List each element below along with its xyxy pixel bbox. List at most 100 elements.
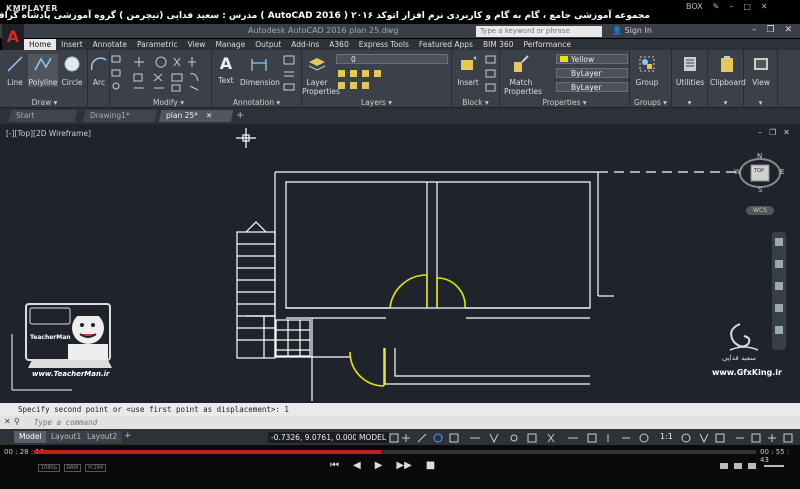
maximize-icon[interactable]: □ xyxy=(743,2,751,11)
current-layer-value: 0 xyxy=(351,55,356,64)
tab-insert[interactable]: Insert xyxy=(56,39,88,50)
compass-east: E xyxy=(780,168,785,176)
group-button[interactable]: Group xyxy=(634,54,660,87)
seek-bar[interactable] xyxy=(34,450,756,454)
block-extra-icons[interactable] xyxy=(484,54,498,94)
play-icon[interactable]: ▶ xyxy=(375,460,383,471)
viewcube-face[interactable]: TOP xyxy=(754,168,764,174)
close-command-icon[interactable]: ✕ xyxy=(4,417,11,426)
tab-performance[interactable]: Performance xyxy=(518,39,576,50)
draw-panel: Line Polyline Circle Draw ▾ xyxy=(2,50,88,108)
player-right-icons[interactable] xyxy=(718,460,794,472)
layer-tool-icons[interactable] xyxy=(336,68,448,92)
minimize-icon[interactable]: – xyxy=(752,25,757,35)
pin-icon[interactable]: ✎ xyxy=(713,2,720,11)
ribbon-tabs: Home Insert Annotate Parametric View Man… xyxy=(24,39,800,50)
layout-tab-model[interactable]: Model xyxy=(14,431,47,443)
tab-output[interactable]: Output xyxy=(250,39,286,50)
insert-button[interactable]: Insert xyxy=(456,54,480,87)
utilities-dropdown-icon[interactable]: ▾ xyxy=(672,98,707,107)
file-tab-drawing1[interactable]: Drawing1* xyxy=(82,110,158,122)
tab-featured-apps[interactable]: Featured Apps xyxy=(414,39,478,50)
lineweight-value: ByLayer xyxy=(571,83,602,92)
tab-a360[interactable]: A360 xyxy=(324,39,353,50)
clipboard-icon xyxy=(721,56,733,72)
tab-add-ins[interactable]: Add-ins xyxy=(286,39,324,50)
signin-link[interactable]: 👤 Sign In xyxy=(612,26,652,35)
circle-button[interactable]: Circle xyxy=(60,54,84,87)
linetype-dropdown[interactable]: ByLayer xyxy=(556,68,628,78)
lineweight-dropdown[interactable]: ByLayer xyxy=(556,82,628,92)
forward-icon[interactable]: ▶▶ xyxy=(396,460,411,471)
view-dropdown-icon[interactable]: ▾ xyxy=(744,98,777,107)
modify-tool-icons[interactable] xyxy=(130,54,210,94)
application-menu-button[interactable]: A xyxy=(2,24,24,50)
tab-home[interactable]: Home xyxy=(24,39,57,50)
add-layout-icon[interactable]: + xyxy=(124,431,132,441)
dimension-label: Dimension xyxy=(240,78,280,87)
match-properties-label: Match Properties xyxy=(504,78,542,96)
coordinate-readout[interactable]: -0.7326, 9.0761, 0.0000 xyxy=(268,432,365,443)
model-space-button[interactable]: MODEL xyxy=(356,432,390,443)
clipboard-button[interactable]: Clipboard xyxy=(710,54,746,87)
match-properties-button[interactable]: Match Properties xyxy=(504,54,542,96)
seek-bar-progress xyxy=(34,450,381,454)
close-icon[interactable]: ✕ xyxy=(785,25,793,35)
view-panel: View ▾ xyxy=(744,50,778,108)
properties-panel-label: Properties ▾ xyxy=(542,98,587,107)
prev-icon[interactable]: ⏮ xyxy=(330,460,339,471)
minimize-icon[interactable]: – xyxy=(729,2,733,11)
teacherman-logo: TeacherMan www.TeacherMan.ir xyxy=(22,298,114,380)
clipboard-panel: Clipboard ▾ xyxy=(708,50,746,108)
close-icon[interactable]: ✕ xyxy=(761,2,768,11)
circle-label: Circle xyxy=(61,78,83,87)
rewind-icon[interactable]: ◀ xyxy=(353,460,361,471)
stop-icon[interactable]: ■ xyxy=(426,460,435,471)
wcs-dropdown[interactable]: WCS xyxy=(746,206,774,215)
drafting-toggle-icons[interactable] xyxy=(388,432,658,444)
layout-tab-layout2[interactable]: Layout2 xyxy=(82,431,123,443)
tab-annotate[interactable]: Annotate xyxy=(88,39,132,50)
tab-parametric[interactable]: Parametric xyxy=(132,39,183,50)
layer-properties-button[interactable]: Layer Properties xyxy=(302,54,340,96)
new-tab-icon[interactable]: + xyxy=(236,110,244,121)
search-input[interactable] xyxy=(476,26,602,37)
dimension-button[interactable]: Dimension xyxy=(240,54,280,87)
polyline-button[interactable]: Polyline xyxy=(28,54,58,87)
restore-icon[interactable]: ❐ xyxy=(767,25,775,35)
navigation-bar[interactable] xyxy=(772,232,786,350)
tab-express-tools[interactable]: Express Tools xyxy=(354,39,414,50)
status-extra-icons[interactable] xyxy=(680,432,796,444)
block-panel: Insert Block ▾ xyxy=(452,50,500,108)
view-button[interactable]: View xyxy=(746,54,776,87)
box-button[interactable]: BOX xyxy=(686,2,703,11)
customize-command-icon[interactable]: ⚲ xyxy=(14,417,20,426)
floor-plan-drawing[interactable] xyxy=(0,124,800,403)
command-input[interactable] xyxy=(34,417,734,428)
gfxking-emblem-image xyxy=(729,323,759,351)
clipboard-dropdown-icon[interactable]: ▾ xyxy=(708,98,743,107)
utilities-label: Utilities xyxy=(675,78,705,87)
teacherman-logo-text: TeacherMan xyxy=(30,334,71,341)
group-label: Group xyxy=(635,78,659,87)
color-dropdown[interactable]: Yellow xyxy=(556,54,628,64)
tab-bim360[interactable]: BIM 360 xyxy=(478,39,519,50)
groups-panel: Group Groups ▾ xyxy=(630,50,672,108)
utilities-button[interactable]: Utilities xyxy=(674,54,706,87)
video-title: مجموعه آموزشی جامع ، گام به گام و کاربرد… xyxy=(0,11,650,21)
text-button[interactable]: A Text xyxy=(214,54,238,85)
video-tag: RAW xyxy=(63,464,82,472)
layers-panel: Layer Properties 0 Layers ▾ xyxy=(302,50,452,108)
line-button[interactable]: Line xyxy=(4,54,26,87)
file-tab-plan25[interactable]: plan 25* ✕ xyxy=(158,110,234,122)
layer-dropdown[interactable]: 0 xyxy=(336,54,448,64)
video-info-tags: 1080p RAW H.264 xyxy=(38,464,107,472)
annotation-extra-icons[interactable] xyxy=(282,54,298,94)
tab-view[interactable]: View xyxy=(183,39,211,50)
tab-manage[interactable]: Manage xyxy=(210,39,250,50)
viewcube[interactable]: TOP N S E W xyxy=(734,152,785,194)
annotation-scale[interactable]: 1:1 xyxy=(660,432,673,441)
close-tab-icon[interactable]: ✕ xyxy=(206,110,212,122)
file-tab-start[interactable]: Start xyxy=(8,110,78,122)
layout-tab-layout1[interactable]: Layout1 xyxy=(46,431,87,443)
